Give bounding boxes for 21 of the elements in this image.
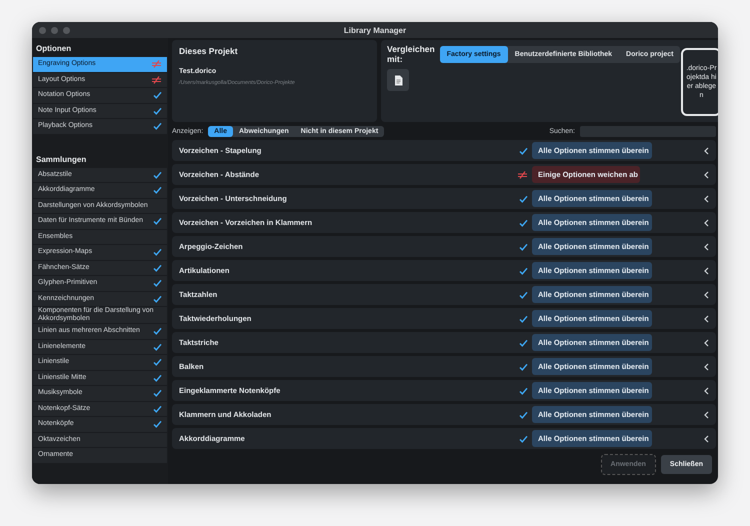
panel-title: Dieses Projekt bbox=[179, 46, 239, 56]
chevron-icon[interactable] bbox=[704, 386, 709, 394]
section-header: Sammlungen bbox=[35, 154, 88, 166]
search-field[interactable] bbox=[580, 126, 716, 136]
chevron-icon[interactable] bbox=[704, 194, 709, 202]
chevron-icon[interactable] bbox=[704, 410, 709, 418]
chevron-icon[interactable] bbox=[704, 218, 709, 226]
section-header: Optionen bbox=[35, 43, 72, 55]
chevron-icon[interactable] bbox=[704, 146, 709, 154]
chevron-icon[interactable] bbox=[704, 314, 709, 322]
chevron-icon[interactable] bbox=[704, 242, 709, 250]
document-icon bbox=[394, 74, 402, 86]
chevron-icon[interactable] bbox=[704, 362, 709, 370]
compare-label: Vergleichen mit: bbox=[387, 44, 435, 64]
chevron-icon[interactable] bbox=[704, 338, 709, 346]
chevron-icon[interactable] bbox=[704, 170, 709, 178]
chevron-icon[interactable] bbox=[704, 290, 709, 298]
window-title: Library Manager bbox=[344, 26, 406, 34]
document-button[interactable] bbox=[387, 69, 409, 91]
chevron-icon[interactable] bbox=[704, 434, 709, 442]
chevron-icon[interactable] bbox=[704, 266, 709, 274]
